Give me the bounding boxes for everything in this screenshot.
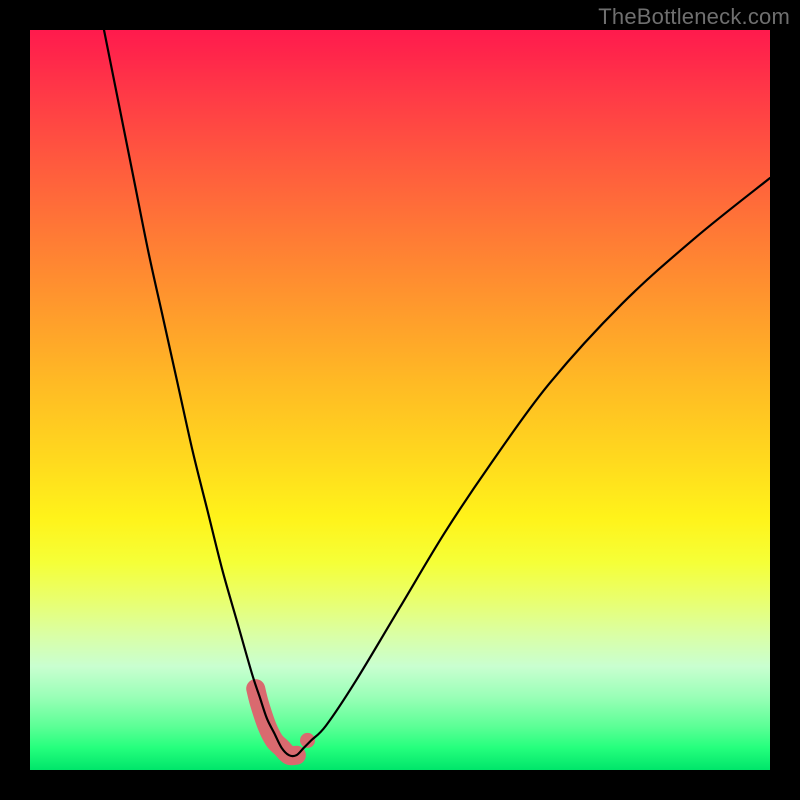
chart-frame: TheBottleneck.com (0, 0, 800, 800)
watermark-text: TheBottleneck.com (598, 4, 790, 30)
bottleneck-curve-path (104, 30, 770, 756)
plot-area (30, 30, 770, 770)
highlight-band-path (256, 689, 297, 756)
chart-svg (30, 30, 770, 770)
